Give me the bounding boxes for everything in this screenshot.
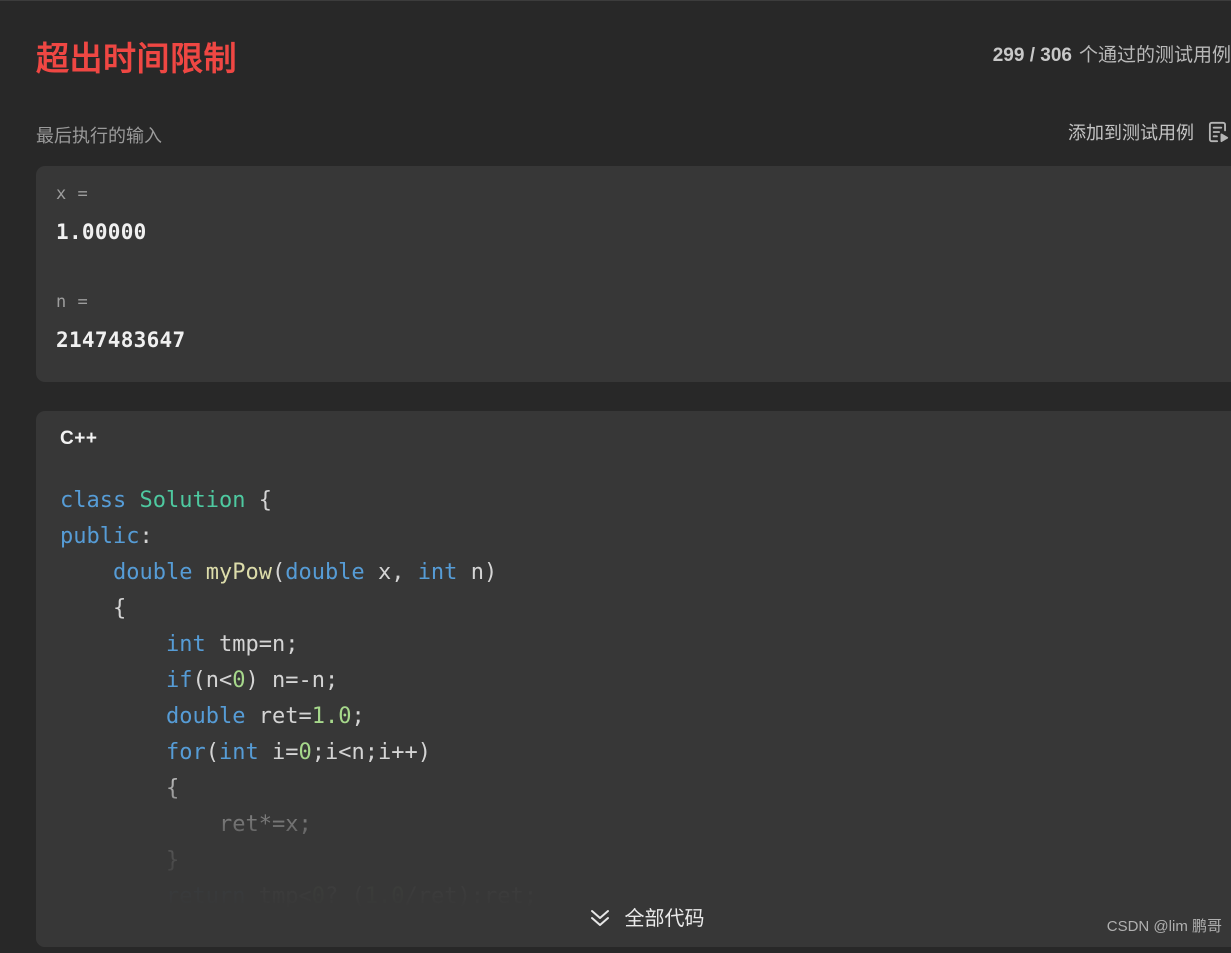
code-language-label: C++ [60,428,98,449]
testcase-count-value: 299 / 306 [992,45,1072,66]
file-play-icon [1205,119,1231,145]
submission-result-page: 超出时间限制 299 / 306 个通过的测试用例 最后执行的输入 添加到测试用例… [0,0,1231,953]
code-line: double ret=1.0; [165,704,365,729]
add-to-testcase-button[interactable]: 添加到测试用例 [1068,119,1231,145]
code-line: } [60,848,180,873]
input-field-value[interactable]: 2147483647 [56,328,185,352]
result-header: 超出时间限制 299 / 306 个通过的测试用例 最后执行的输入 添加到测试用例 [0,6,1231,161]
input-field-group: x = 1.00000 [56,184,147,244]
input-field-group: n = 2147483647 [56,292,185,352]
chevron-double-down-icon [588,904,612,928]
expand-all-code-label: 全部代码 [624,907,705,930]
expand-all-code-button[interactable]: 全部代码 [36,885,1231,947]
code-line: int tmp=n; [165,632,299,657]
code-line: public: [60,524,153,549]
input-field-value[interactable]: 1.00000 [56,220,147,244]
code-line: { [60,776,180,801]
code-line: class Solution { [60,488,272,513]
testcase-count-suffix: 个通过的测试用例 [1078,45,1231,66]
verdict-title: 超出时间限制 [36,40,237,77]
testcase-count: 299 / 306 个通过的测试用例 [993,40,1231,67]
code-source[interactable]: class Solution { public: double myPow(dou… [60,483,1231,915]
code-line: if(n<0) n=-n; [165,668,339,693]
input-field-key: n = [56,292,89,312]
code-panel: C++ class Solution { public: double myPow… [36,411,1231,947]
code-line: for(int i=0;i<n;i++) [165,740,431,765]
code-line: double myPow(double x, int n) [112,560,498,585]
last-input-label: 最后执行的输入 [36,126,162,146]
add-to-testcase-label: 添加到测试用例 [1068,123,1194,143]
input-field-key: x = [56,184,89,204]
last-input-panel: x = 1.00000 n = 2147483647 [36,166,1231,382]
code-line: ret*=x; [218,812,312,837]
code-line: { [60,596,127,621]
